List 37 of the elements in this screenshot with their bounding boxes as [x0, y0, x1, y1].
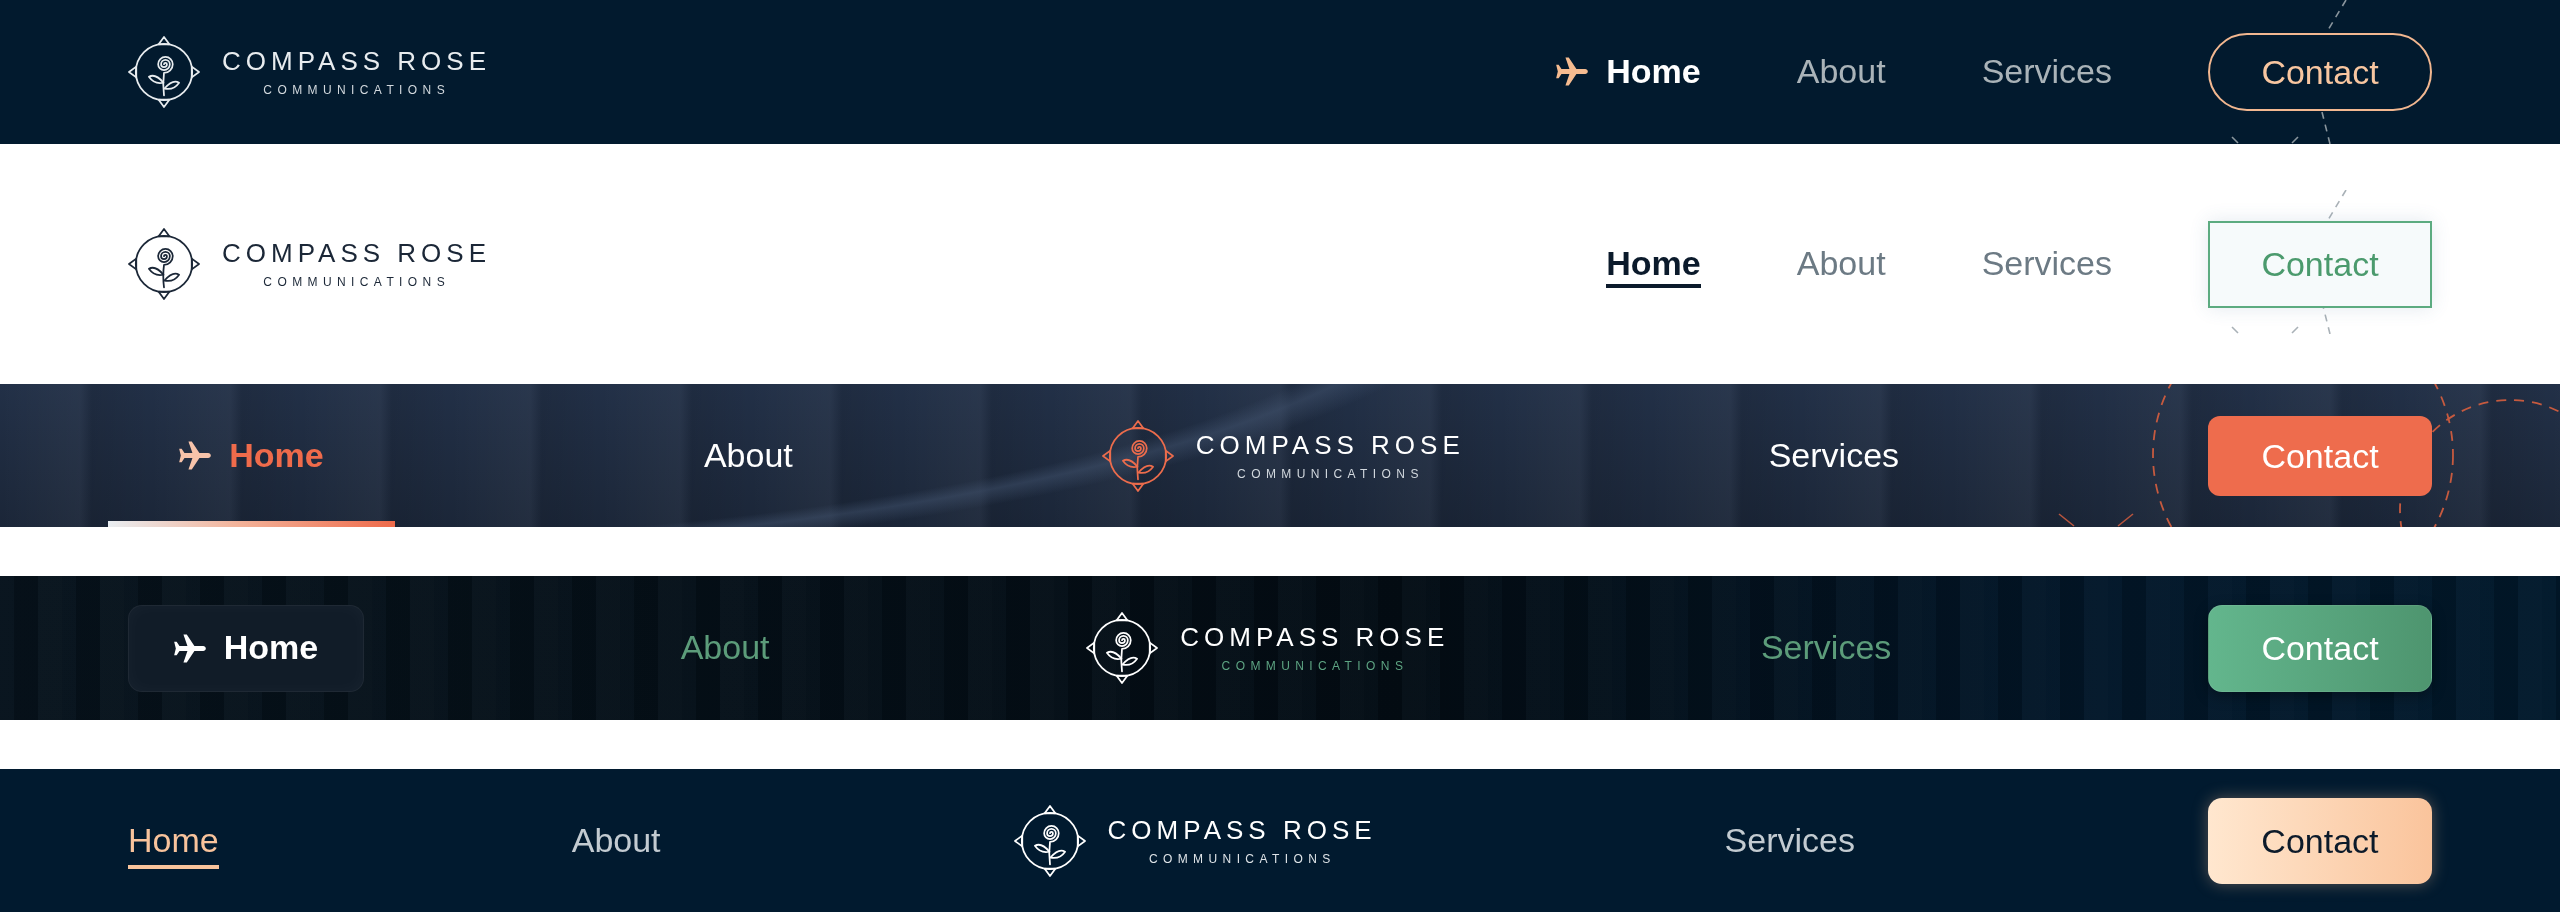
logo-title: COMPASS ROSE [1180, 624, 1450, 650]
airplane-icon [173, 633, 206, 663]
dashed-line-drawing [2326, 190, 2348, 220]
airplane-icon [179, 441, 212, 470]
logo-title: COMPASS ROSE [222, 48, 491, 74]
logo-subtitle: COMMUNICATIONS [263, 276, 451, 288]
logo-subtitle: COMMUNICATIONS [263, 84, 451, 96]
logo-title: COMPASS ROSE [1107, 816, 1377, 843]
rose-logo-icon [128, 36, 200, 108]
nav-link[interactable]: About [1796, 53, 1886, 91]
rose-logo-icon [1013, 804, 1086, 877]
nav-link[interactable]: Services [1760, 629, 1892, 667]
logo-title: COMPASS ROSE [222, 240, 491, 266]
nav-link[interactable]: Home [179, 436, 324, 475]
logo-title: COMPASS ROSE [1195, 431, 1465, 458]
nav-link[interactable]: Services [1981, 245, 2112, 283]
contact-button[interactable]: Contact [2207, 797, 2432, 884]
rose-logo-icon [1101, 419, 1174, 492]
nav-link[interactable]: About [571, 821, 661, 860]
nav-link[interactable]: Home [128, 811, 219, 870]
dashed-line-drawing [2326, 0, 2348, 30]
logo-subtitle: COMMUNICATIONS [1221, 660, 1409, 672]
contact-button[interactable]: Contact [2208, 33, 2432, 111]
nav-link[interactable]: Home [1556, 53, 1701, 91]
nav-link[interactable]: Services [1768, 436, 1900, 475]
logo-subtitle: COMMUNICATIONS [1237, 467, 1424, 480]
nav-link[interactable]: Home [1606, 240, 1701, 288]
nav-link[interactable]: Services [1981, 53, 2112, 91]
nav-link[interactable]: About [1796, 245, 1886, 283]
nav-link[interactable]: About [680, 629, 770, 667]
nav-link[interactable]: About [703, 436, 793, 475]
nav-link[interactable]: Services [1724, 821, 1855, 860]
rose-logo-icon [128, 228, 200, 300]
nav-link[interactable]: Home [128, 604, 364, 692]
rose-logo-icon [1086, 612, 1159, 684]
logo-subtitle: COMMUNICATIONS [1148, 852, 1336, 865]
airplane-icon [1556, 57, 1589, 87]
